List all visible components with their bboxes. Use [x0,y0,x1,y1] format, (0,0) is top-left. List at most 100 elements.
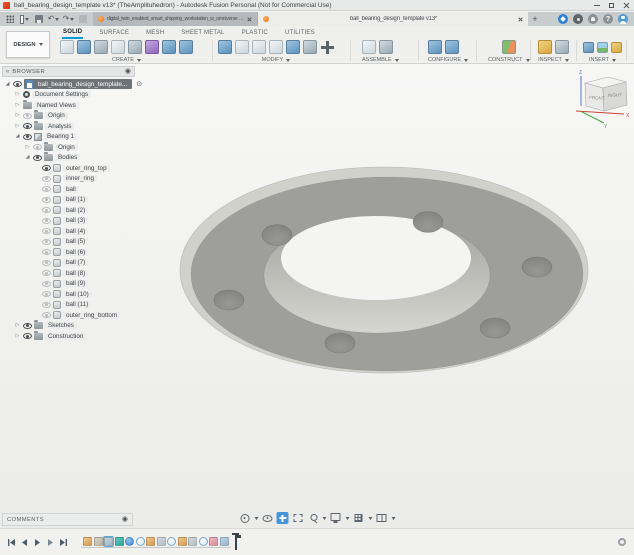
comments-expand-icon[interactable]: ◉ [122,516,128,523]
box-icon[interactable] [111,40,125,54]
feature-sketch-icon[interactable] [83,537,92,546]
viewport-canvas[interactable]: Z X Y FRONT RIGHT « BROWSER ◉ ◢ ball_bea [0,64,634,528]
undo-button[interactable]: ↶ [49,15,58,24]
pan-icon[interactable] [277,512,289,524]
expander-icon[interactable]: ▷ [14,92,21,97]
timeline-playhead[interactable] [235,534,237,550]
home-icon[interactable] [79,15,87,23]
visibility-eye-icon[interactable] [42,239,51,245]
visibility-eye-icon[interactable] [13,81,22,87]
tree-item-root-document[interactable]: ◢ ball_bearing_design_template... ⊙ [2,79,135,90]
zoom-window-icon[interactable] [292,512,304,524]
tree-item-ball-1[interactable]: ball (1) [2,195,135,206]
feature-extrude-icon[interactable] [188,537,197,546]
visibility-eye-icon[interactable] [33,155,42,161]
browser-header[interactable]: « BROWSER ◉ [2,66,135,77]
expander-icon[interactable]: ◢ [4,82,11,87]
tree-item-origin[interactable]: ▷ Origin [2,111,135,122]
visibility-eye-icon[interactable] [42,270,51,276]
grid-snaps-icon[interactable] [353,512,365,524]
tree-item-document-settings[interactable]: ▷ Document Settings [2,90,135,101]
tab-mesh[interactable]: MESH [145,29,165,38]
visibility-eye-icon[interactable] [42,186,51,192]
expander-icon[interactable]: ▷ [14,124,21,129]
tab-sheet-metal[interactable]: SHEET METAL [180,29,225,38]
volume-icon[interactable] [145,40,159,54]
tree-item-bodies[interactable]: ◢ Bodies [2,153,135,164]
visibility-eye-icon[interactable] [42,207,51,213]
feature-circular-pattern-icon[interactable] [167,537,176,546]
minimize-icon[interactable] [594,5,600,6]
expander-icon[interactable]: ▷ [14,103,21,108]
collapse-chevrons-icon[interactable]: « [6,69,9,75]
visibility-eye-icon[interactable] [33,144,42,150]
caret-down-icon[interactable] [346,517,350,520]
play-icon[interactable] [33,538,42,547]
visibility-eye-icon[interactable] [42,312,51,318]
fit-icon[interactable] [307,512,319,524]
shell-icon[interactable] [269,40,283,54]
tab-surface[interactable]: SURFACE [98,29,130,38]
feature-circular-pattern-icon[interactable] [199,537,208,546]
section-analysis-icon[interactable] [555,40,569,54]
skip-to-end-icon[interactable] [59,538,68,547]
tree-item-ball-3[interactable]: ball (3) [2,216,135,227]
save-icon[interactable] [35,15,43,23]
feature-pattern-icon[interactable] [104,537,113,546]
tree-item-ball-11[interactable]: ball (11) [2,300,135,311]
spline-icon[interactable] [128,40,142,54]
tree-item-outer-ring-top[interactable]: outer_ring_top [2,163,135,174]
feature-sketch-icon[interactable] [178,537,187,546]
insert-dxf-icon[interactable] [611,42,622,53]
expander-icon[interactable]: ◢ [24,155,31,160]
browser-display-icon[interactable]: ◉ [125,68,131,75]
tab-plastic[interactable]: PLASTIC [241,29,269,38]
expander-icon[interactable]: ▷ [14,113,21,118]
look-at-icon[interactable] [262,512,274,524]
orbit-icon[interactable] [239,512,251,524]
tree-item-named-views[interactable]: ▷ Named Views [2,100,135,111]
offset-face-icon[interactable] [303,40,317,54]
app-grid-icon[interactable] [6,15,14,23]
new-tab-button[interactable]: + [528,12,542,26]
tree-item-ball-7[interactable]: ball (7) [2,258,135,269]
feature-mirror-icon[interactable] [220,537,229,546]
tree-item-bearing-1[interactable]: ◢ Bearing 1 [2,132,135,143]
expander-icon[interactable]: ◢ [14,134,21,139]
tab-digital-twin-workstation[interactable]: digital_twin_enabled_smart_shipping_work… [93,12,258,26]
caret-down-icon[interactable] [323,517,327,520]
tree-item-inner-ring[interactable]: inner_ring [2,174,135,185]
help-icon[interactable]: ? [603,14,613,24]
tree-item-ball-10[interactable]: ball (10) [2,289,135,300]
construct-dropdown[interactable]: CONSTRUCT [488,57,530,63]
tree-item-ball-2[interactable]: ball (2) [2,205,135,216]
expander-icon[interactable]: ▷ [14,334,21,339]
feature-revolve-icon[interactable] [136,537,145,546]
feature-combine-icon[interactable] [209,537,218,546]
visibility-eye-icon[interactable] [42,218,51,224]
visibility-eye-icon[interactable] [42,165,51,171]
tree-item-construction[interactable]: ▷ Construction [2,331,135,342]
close-icon[interactable] [623,2,629,8]
caret-down-icon[interactable] [392,517,396,520]
extrude-icon[interactable] [77,40,91,54]
tab-close-icon[interactable] [518,17,523,22]
view-cube[interactable]: Z X Y FRONT RIGHT [574,66,632,130]
configuration-table-icon[interactable] [445,40,459,54]
fillet-icon[interactable] [235,40,249,54]
visibility-eye-icon[interactable] [42,281,51,287]
caret-down-icon[interactable] [255,517,259,520]
tab-ball-bearing-template[interactable]: ball_bearing_design_template v13* [258,12,528,26]
viewports-icon[interactable] [376,512,388,524]
chamfer-icon[interactable] [252,40,266,54]
tree-item-ball-6[interactable]: ball (6) [2,247,135,258]
visibility-eye-icon[interactable] [42,249,51,255]
notifications-bell-icon[interactable] [588,14,598,24]
activate-component-radio[interactable]: ⊙ [136,81,142,88]
tree-item-ball-5[interactable]: ball (5) [2,237,135,248]
user-avatar[interactable] [618,14,628,24]
insert-canvas-icon[interactable] [597,42,608,53]
move-copy-icon[interactable] [320,40,334,54]
tree-item-ball[interactable]: ball [2,184,135,195]
create-sketch-icon[interactable] [60,40,74,54]
